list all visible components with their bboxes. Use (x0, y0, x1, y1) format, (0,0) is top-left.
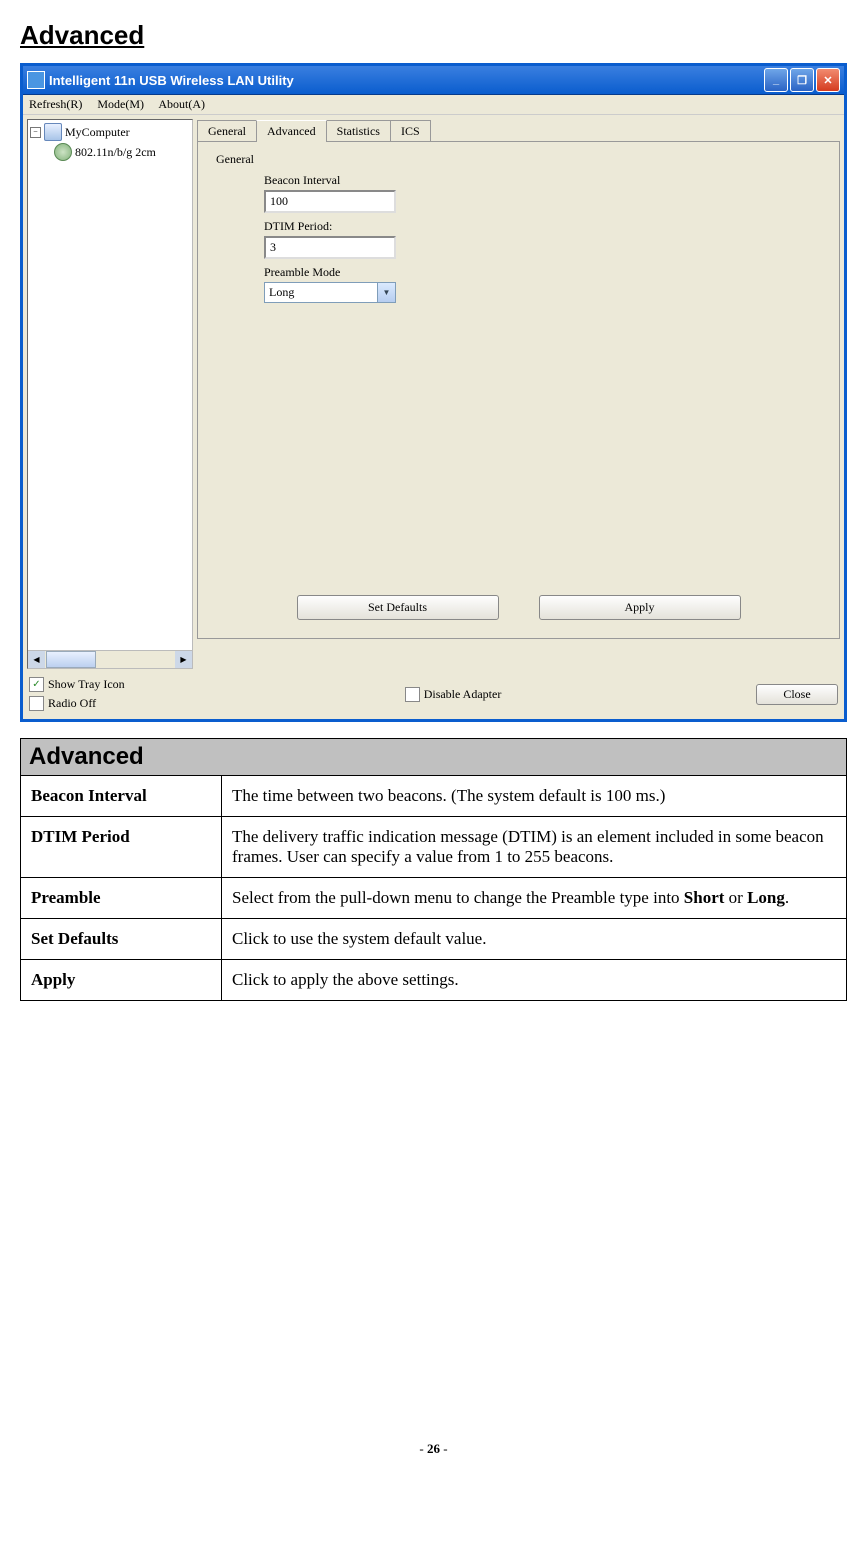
tab-ics[interactable]: ICS (390, 120, 431, 142)
menu-mode[interactable]: Mode(M) (97, 97, 144, 111)
maximize-button[interactable]: ❐ (790, 68, 814, 92)
bottom-bar: ✓ Show Tray Icon Radio Off Disable Adapt… (23, 673, 844, 719)
tab-advanced[interactable]: Advanced (256, 120, 327, 142)
preamble-mode-select[interactable]: Long ▼ (264, 282, 396, 303)
show-tray-label: Show Tray Icon (48, 677, 125, 692)
menu-about[interactable]: About(A) (158, 97, 205, 111)
beacon-interval-label: Beacon Interval (264, 173, 821, 188)
chevron-down-icon[interactable]: ▼ (377, 283, 395, 302)
table-row: Beacon Interval The time between two bea… (21, 776, 847, 817)
table-row: Set Defaults Click to use the system def… (21, 919, 847, 960)
left-checks: ✓ Show Tray Icon Radio Off (29, 677, 125, 711)
radio-off-label: Radio Off (48, 696, 96, 711)
apply-button[interactable]: Apply (539, 595, 741, 620)
row-key: Beacon Interval (21, 776, 222, 817)
button-row: Set Defaults Apply (198, 595, 839, 620)
window-body: − MyComputer 802.11n/b/g 2cm ◀ ▶ General… (23, 115, 844, 673)
minimize-button[interactable]: _ (764, 68, 788, 92)
table-row: Preamble Select from the pull-down menu … (21, 878, 847, 919)
tree-collapse-icon[interactable]: − (30, 127, 41, 138)
scroll-right-arrow[interactable]: ▶ (175, 651, 192, 668)
device-tree[interactable]: − MyComputer 802.11n/b/g 2cm ◀ ▶ (27, 119, 193, 669)
tab-bar: General Advanced Statistics ICS (197, 119, 840, 141)
computer-icon (44, 123, 62, 141)
page-footer: - 26 - (20, 1441, 847, 1457)
close-window-button[interactable]: ✕ (816, 68, 840, 92)
checkbox-icon[interactable] (29, 696, 44, 711)
tab-statistics[interactable]: Statistics (326, 120, 391, 142)
row-val: Select from the pull-down menu to change… (222, 878, 847, 919)
table-header: Advanced (21, 739, 847, 776)
set-defaults-button[interactable]: Set Defaults (297, 595, 499, 620)
disable-adapter-checkbox[interactable]: Disable Adapter (405, 687, 502, 702)
table-row: Apply Click to apply the above settings. (21, 960, 847, 1001)
menu-bar: Refresh(R) Mode(M) About(A) (23, 95, 844, 115)
group-title: General (216, 152, 821, 167)
scroll-left-arrow[interactable]: ◀ (28, 651, 45, 668)
adapter-icon (54, 143, 72, 161)
window-title: Intelligent 11n USB Wireless LAN Utility (49, 73, 764, 88)
tree-child-row[interactable]: 802.11n/b/g 2cm (30, 142, 190, 162)
row-val: The time between two beacons. (The syste… (222, 776, 847, 817)
scroll-thumb[interactable] (46, 651, 96, 668)
radio-off-checkbox[interactable]: Radio Off (29, 696, 125, 711)
form-block: Beacon Interval 100 DTIM Period: 3 Pream… (264, 173, 821, 303)
checkbox-icon[interactable]: ✓ (29, 677, 44, 692)
tree-root-row[interactable]: − MyComputer (30, 122, 190, 142)
dtim-period-label: DTIM Period: (264, 219, 821, 234)
table-row: DTIM Period The delivery traffic indicat… (21, 817, 847, 878)
beacon-interval-input[interactable]: 100 (264, 190, 396, 213)
app-icon (27, 71, 45, 89)
mid-checks: Disable Adapter (405, 687, 502, 702)
row-key: Set Defaults (21, 919, 222, 960)
tab-general[interactable]: General (197, 120, 257, 142)
tree-hscrollbar[interactable]: ◀ ▶ (28, 650, 192, 668)
disable-adapter-label: Disable Adapter (424, 687, 502, 702)
row-val: Click to use the system default value. (222, 919, 847, 960)
row-key: Apply (21, 960, 222, 1001)
row-val: Click to apply the above settings. (222, 960, 847, 1001)
page-number: 26 (427, 1441, 440, 1456)
menu-refresh[interactable]: Refresh(R) (29, 97, 82, 111)
dtim-period-input[interactable]: 3 (264, 236, 396, 259)
tree-root-label: MyComputer (65, 125, 130, 140)
title-bar[interactable]: Intelligent 11n USB Wireless LAN Utility… (23, 66, 844, 95)
preamble-mode-label: Preamble Mode (264, 265, 821, 280)
tree-child-label: 802.11n/b/g 2cm (75, 145, 156, 160)
row-key: Preamble (21, 878, 222, 919)
tab-panel-advanced: General Beacon Interval 100 DTIM Period:… (197, 141, 840, 639)
row-val: The delivery traffic indication message … (222, 817, 847, 878)
wlan-utility-window: Intelligent 11n USB Wireless LAN Utility… (20, 63, 847, 722)
close-button[interactable]: Close (756, 684, 838, 705)
description-table: Advanced Beacon Interval The time betwee… (20, 738, 847, 1001)
show-tray-checkbox[interactable]: ✓ Show Tray Icon (29, 677, 125, 692)
preamble-mode-value: Long (265, 283, 377, 302)
window-controls: _ ❐ ✕ (764, 68, 840, 92)
right-pane: General Advanced Statistics ICS General … (197, 119, 840, 669)
row-key: DTIM Period (21, 817, 222, 878)
page-title: Advanced (20, 20, 847, 51)
checkbox-icon[interactable] (405, 687, 420, 702)
